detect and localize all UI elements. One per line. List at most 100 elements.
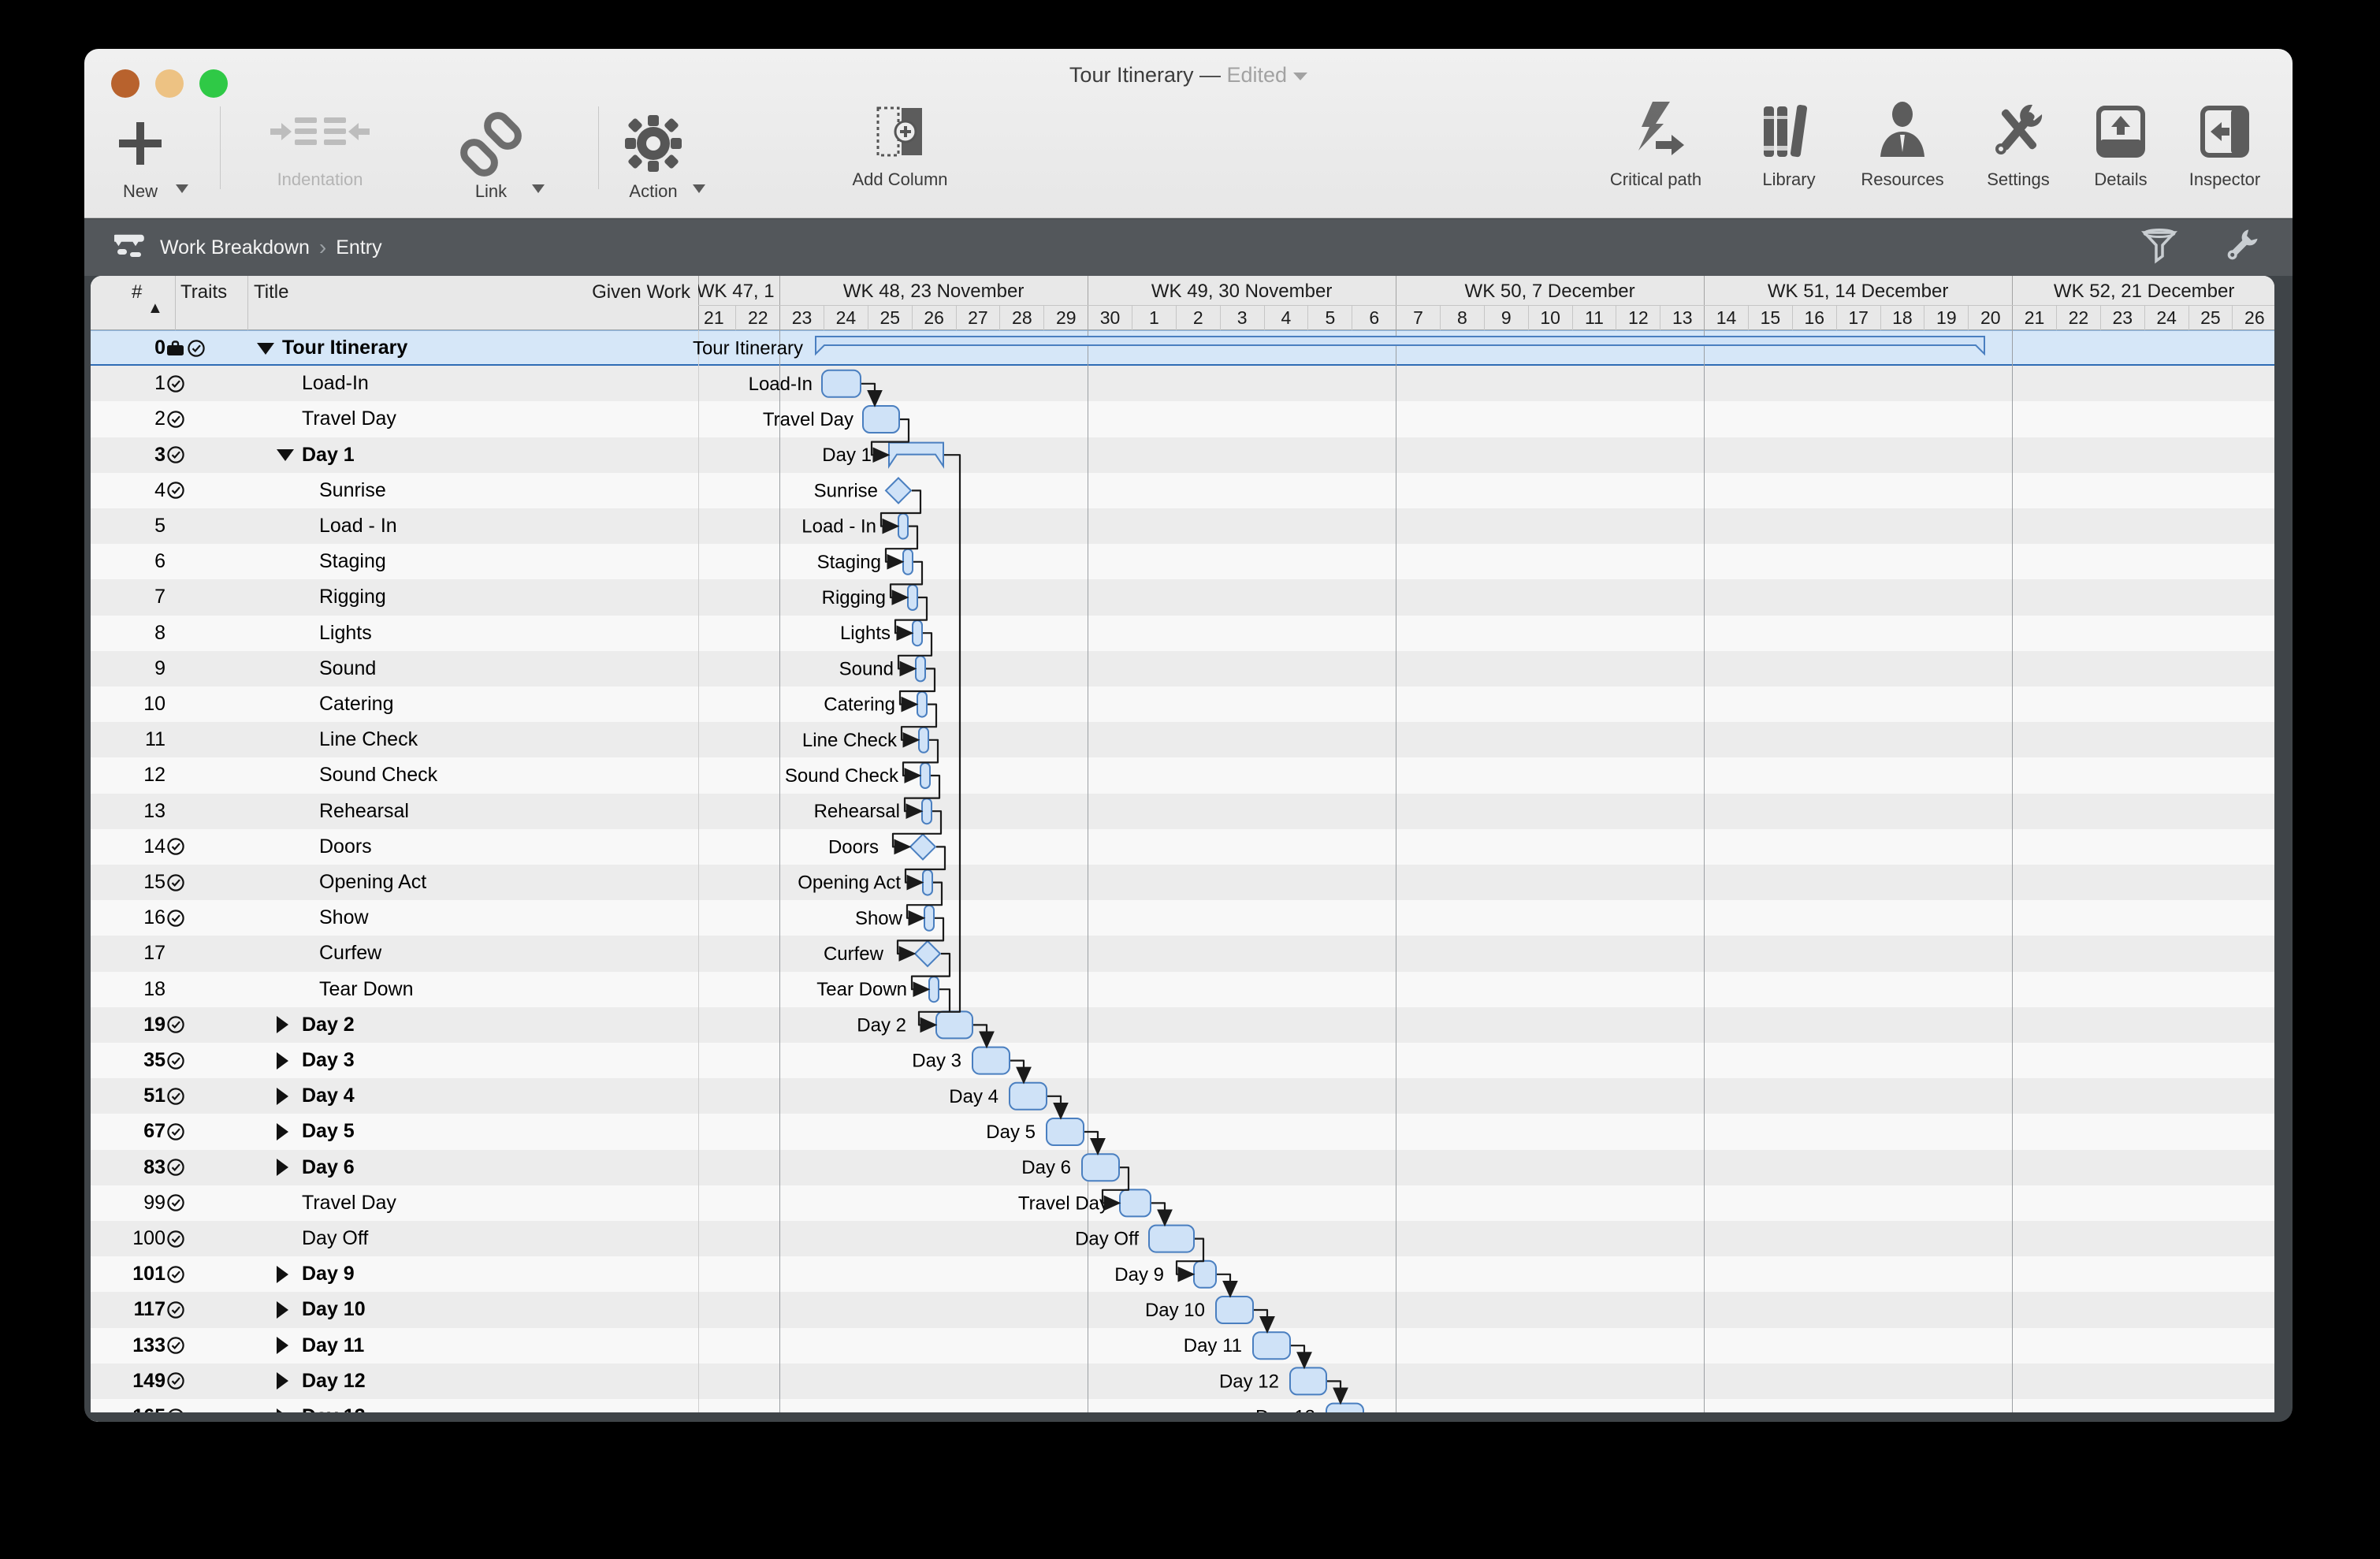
action-button[interactable]: Action bbox=[622, 95, 748, 214]
new-button[interactable]: New bbox=[113, 95, 215, 214]
task-title[interactable]: Curfew bbox=[319, 936, 381, 971]
day-header[interactable]: 10 bbox=[1528, 305, 1572, 330]
day-header[interactable]: 9 bbox=[1484, 305, 1528, 330]
task-title[interactable]: Day 4 bbox=[302, 1078, 355, 1114]
dropdown-arrow-icon[interactable] bbox=[693, 184, 705, 193]
table-row[interactable] bbox=[91, 651, 2274, 686]
table-row[interactable] bbox=[91, 473, 2274, 508]
table-row[interactable] bbox=[91, 401, 2274, 437]
day-header[interactable]: 26 bbox=[912, 305, 956, 330]
table-row[interactable] bbox=[91, 1292, 2274, 1327]
task-title[interactable]: Sunrise bbox=[319, 473, 386, 508]
disclosure-triangle[interactable] bbox=[277, 1123, 288, 1140]
week-header[interactable]: WK 52, 21 December bbox=[2012, 276, 2274, 305]
column-header-traits[interactable]: Traits bbox=[175, 276, 247, 330]
day-header[interactable]: 22 bbox=[735, 305, 779, 330]
task-title[interactable]: Day 12 bbox=[302, 1364, 366, 1399]
table-row[interactable] bbox=[91, 508, 2274, 544]
table-row[interactable] bbox=[91, 829, 2274, 865]
wrench-icon[interactable] bbox=[2222, 226, 2261, 270]
table-row[interactable] bbox=[91, 1364, 2274, 1399]
day-header[interactable]: 5 bbox=[1307, 305, 1352, 330]
task-title[interactable]: Lights bbox=[319, 616, 372, 651]
day-header[interactable]: 25 bbox=[868, 305, 912, 330]
task-title[interactable]: Rehearsal bbox=[319, 794, 409, 829]
document-status[interactable]: Edited bbox=[1227, 63, 1288, 87]
day-header[interactable]: 18 bbox=[1880, 305, 1924, 330]
task-title[interactable]: Travel Day bbox=[302, 401, 396, 437]
day-header[interactable]: 27 bbox=[956, 305, 1000, 330]
sort-ascending-icon[interactable]: ▲ bbox=[147, 300, 163, 318]
breadcrumb-mode[interactable]: Entry bbox=[336, 236, 381, 259]
disclosure-triangle[interactable] bbox=[277, 1337, 288, 1354]
day-header[interactable]: 12 bbox=[1616, 305, 1660, 330]
task-title[interactable]: Catering bbox=[319, 686, 394, 722]
task-title[interactable]: Day Off bbox=[302, 1221, 368, 1256]
disclosure-triangle[interactable] bbox=[277, 1266, 288, 1283]
table-row[interactable] bbox=[91, 330, 2274, 366]
table-row[interactable] bbox=[91, 1185, 2274, 1221]
day-header[interactable]: 23 bbox=[779, 305, 824, 330]
timeline-header[interactable]: WK 47, 12122WK 48, 23 November2324252627… bbox=[698, 276, 2274, 330]
disclosure-triangle[interactable] bbox=[277, 1301, 288, 1319]
task-title[interactable]: Tear Down bbox=[319, 972, 414, 1007]
column-header-title[interactable]: Title bbox=[247, 276, 567, 330]
task-title[interactable]: Rigging bbox=[319, 579, 386, 615]
details-button[interactable]: Details bbox=[2083, 95, 2159, 214]
table-row[interactable] bbox=[91, 579, 2274, 615]
table-row[interactable] bbox=[91, 900, 2274, 936]
week-header[interactable]: WK 47, 1 bbox=[698, 276, 779, 305]
table-row[interactable] bbox=[91, 1221, 2274, 1256]
disclosure-triangle[interactable] bbox=[277, 1372, 288, 1390]
day-header[interactable]: 28 bbox=[999, 305, 1043, 330]
table-row[interactable] bbox=[91, 544, 2274, 579]
day-header[interactable]: 7 bbox=[1396, 305, 1440, 330]
disclosure-triangle[interactable] bbox=[277, 1088, 288, 1105]
settings-button[interactable]: Settings bbox=[1973, 95, 2064, 214]
day-header[interactable]: 17 bbox=[1836, 305, 1880, 330]
day-header[interactable]: 20 bbox=[1968, 305, 2012, 330]
day-header[interactable]: 15 bbox=[1748, 305, 1792, 330]
task-title[interactable]: Day 10 bbox=[302, 1292, 366, 1327]
table-row[interactable] bbox=[91, 686, 2274, 722]
day-header[interactable]: 14 bbox=[1704, 305, 1748, 330]
day-header[interactable]: 22 bbox=[2056, 305, 2100, 330]
table-row[interactable] bbox=[91, 722, 2274, 757]
table-row[interactable] bbox=[91, 1328, 2274, 1364]
breadcrumb-view[interactable]: Work Breakdown bbox=[160, 236, 310, 259]
week-header[interactable]: WK 51, 14 December bbox=[1704, 276, 2012, 305]
add-column-button[interactable]: Add Column bbox=[821, 95, 979, 214]
table-row[interactable] bbox=[91, 936, 2274, 971]
day-header[interactable]: 8 bbox=[1440, 305, 1484, 330]
day-header[interactable]: 21 bbox=[2012, 305, 2056, 330]
week-header[interactable]: WK 48, 23 November bbox=[779, 276, 1088, 305]
library-button[interactable]: Library bbox=[1746, 95, 1832, 214]
day-header[interactable]: 11 bbox=[1572, 305, 1616, 330]
day-header[interactable]: 24 bbox=[2144, 305, 2188, 330]
day-header[interactable]: 24 bbox=[824, 305, 868, 330]
task-title[interactable]: Day 11 bbox=[302, 1328, 364, 1364]
column-header-given-work[interactable]: Given Work bbox=[567, 276, 698, 330]
day-header[interactable]: 23 bbox=[2100, 305, 2144, 330]
table-row[interactable] bbox=[91, 366, 2274, 401]
task-title[interactable]: Tour Itinerary bbox=[282, 330, 407, 366]
filter-funnel-icon[interactable] bbox=[2141, 228, 2177, 268]
day-header[interactable]: 4 bbox=[1264, 305, 1308, 330]
day-header[interactable]: 26 bbox=[2232, 305, 2274, 330]
table-row[interactable] bbox=[91, 972, 2274, 1007]
day-header[interactable]: 2 bbox=[1176, 305, 1220, 330]
task-title[interactable]: Sound Check bbox=[319, 757, 437, 793]
table-row[interactable] bbox=[91, 1256, 2274, 1292]
table-row[interactable] bbox=[91, 794, 2274, 829]
task-title[interactable]: Opening Act bbox=[319, 865, 426, 900]
day-header[interactable]: 21 bbox=[698, 305, 735, 330]
disclosure-triangle[interactable] bbox=[277, 449, 294, 461]
table-row[interactable] bbox=[91, 616, 2274, 651]
task-title[interactable]: Day 1 bbox=[302, 437, 355, 473]
table-row[interactable] bbox=[91, 1043, 2274, 1078]
table-row[interactable] bbox=[91, 1078, 2274, 1114]
dropdown-arrow-icon[interactable] bbox=[176, 184, 188, 193]
disclosure-triangle[interactable] bbox=[277, 1052, 288, 1070]
task-title[interactable]: Day 6 bbox=[302, 1150, 355, 1185]
day-header[interactable]: 25 bbox=[2188, 305, 2233, 330]
